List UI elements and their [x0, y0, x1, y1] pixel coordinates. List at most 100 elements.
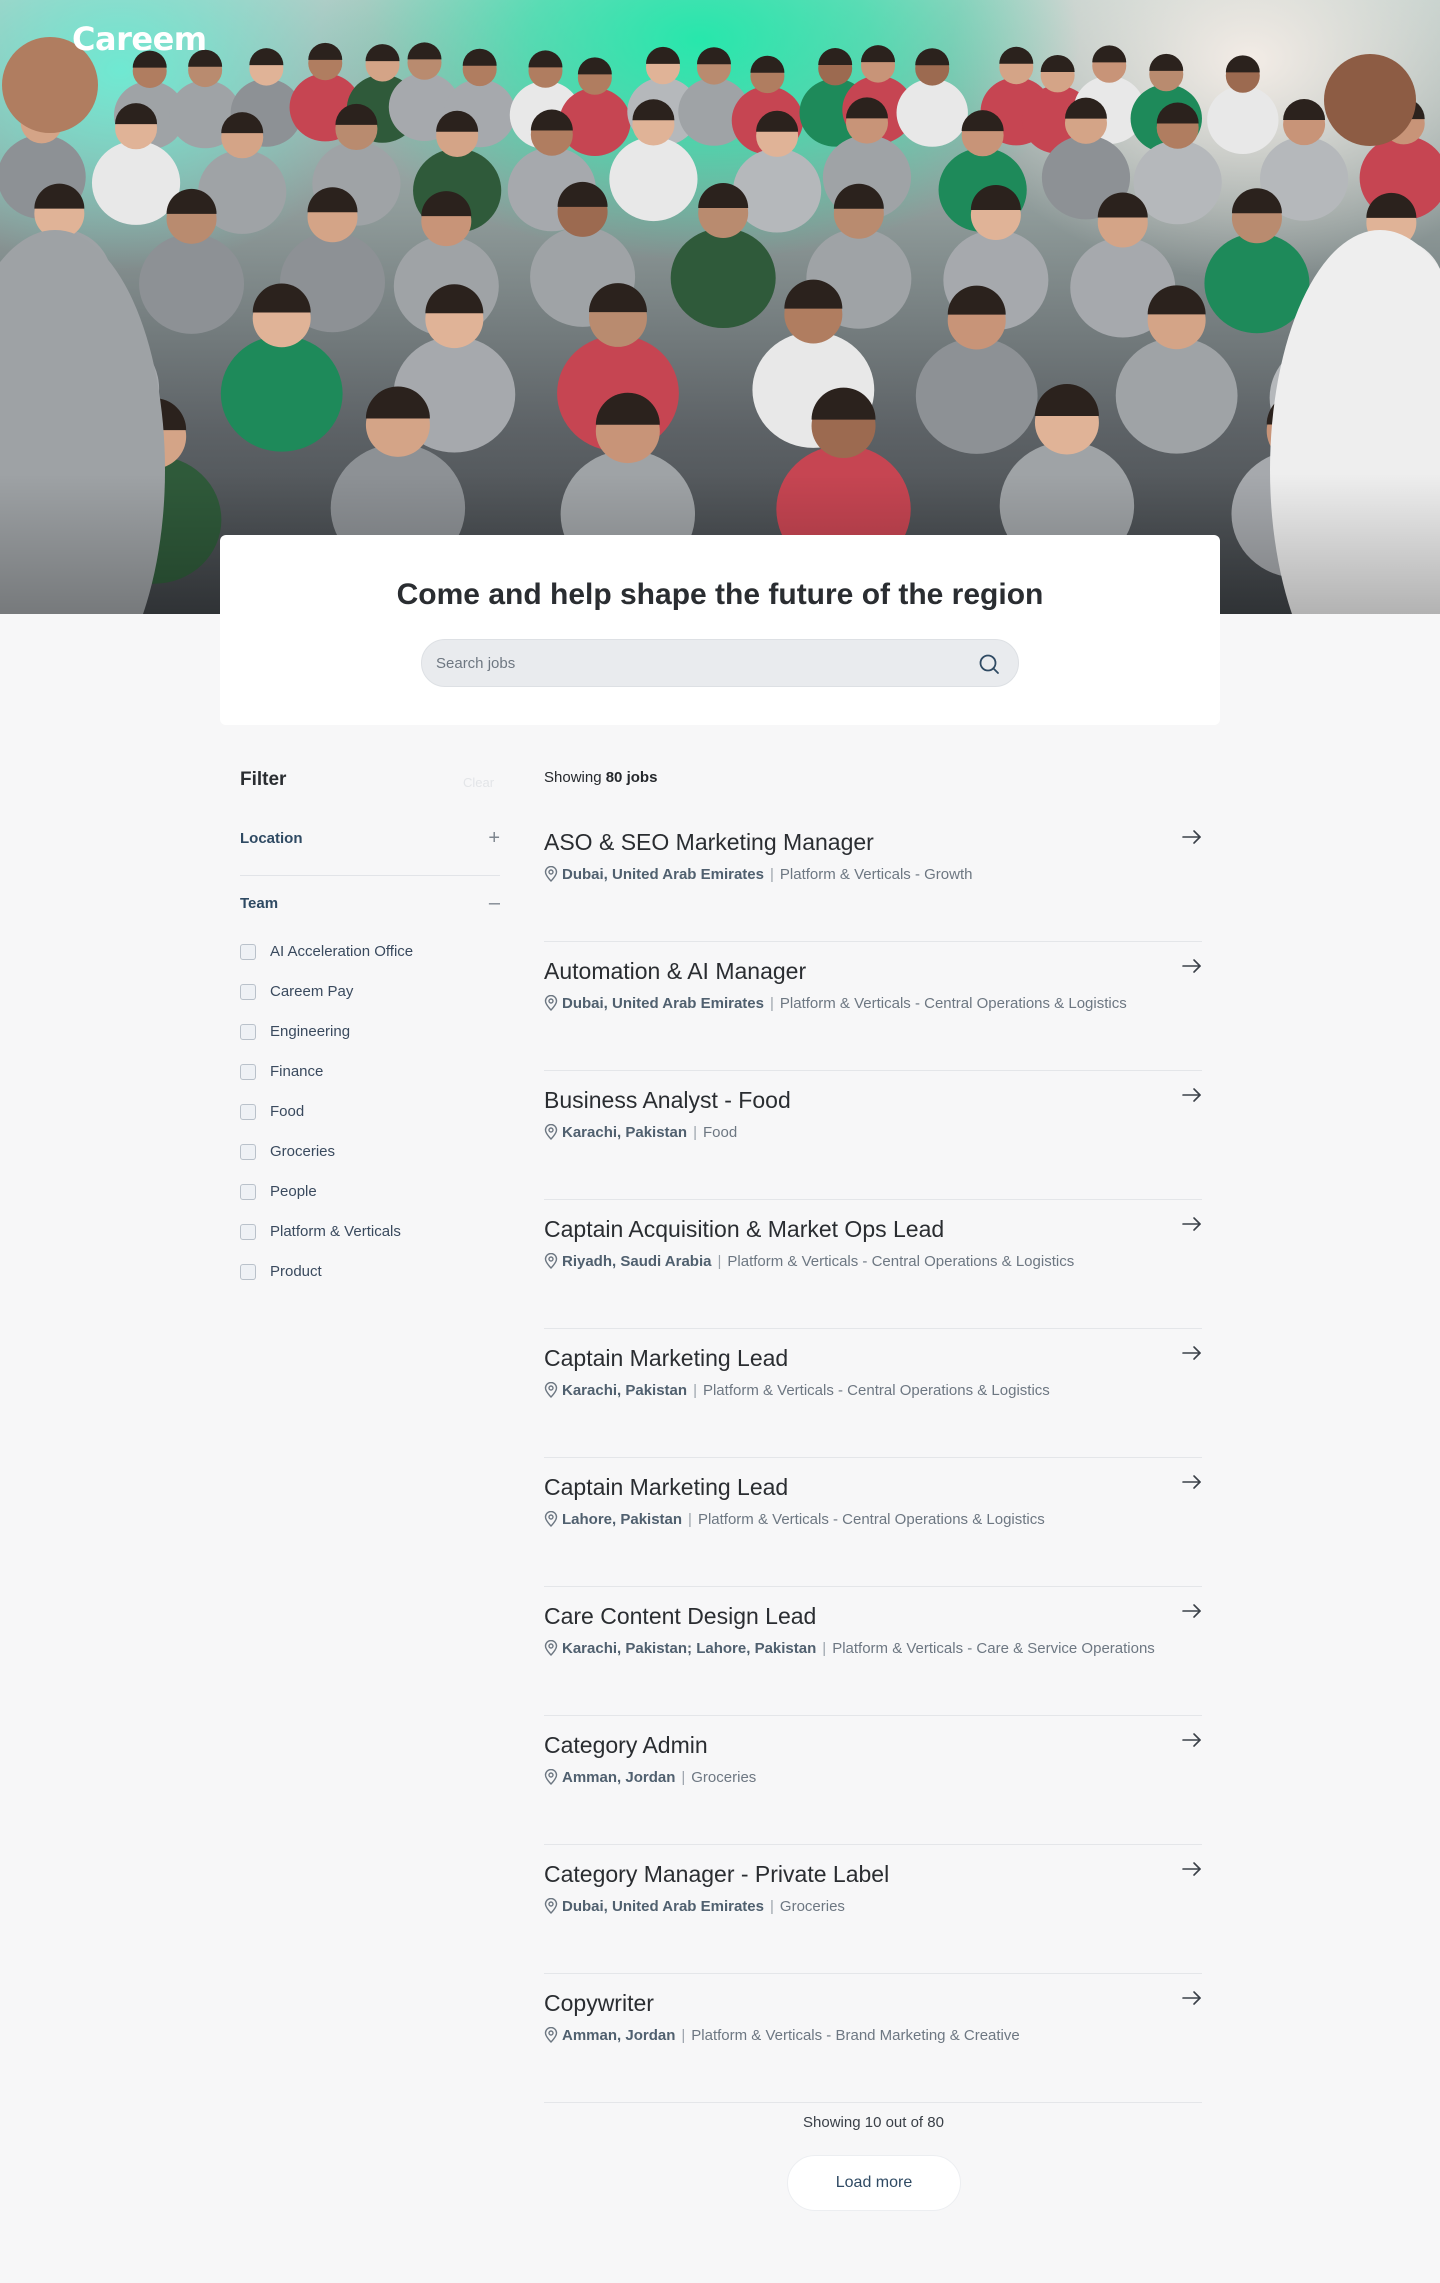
job-title[interactable]: Business Analyst - Food [544, 1087, 791, 1114]
job-card[interactable]: Captain Marketing Lead Karachi, Pakistan |… [544, 1329, 1202, 1458]
checkbox[interactable] [240, 984, 256, 1000]
job-card[interactable]: Captain Acquisition & Market Ops Lead Riy… [544, 1200, 1202, 1329]
filter-group-location[interactable]: Location + [240, 826, 500, 850]
team-option-label: Groceries [270, 1143, 336, 1160]
person-body [896, 78, 968, 147]
job-card[interactable]: Copywriter Amman, Jordan | Platform & Verti… [544, 1974, 1202, 2103]
meta-separator: | [770, 995, 774, 1012]
team-option[interactable]: Finance [240, 1061, 460, 1081]
team-option[interactable]: Engineering [240, 1021, 460, 1041]
checkbox[interactable] [240, 944, 256, 960]
person-body [139, 233, 245, 334]
job-team: Food [702, 1124, 738, 1141]
results-count-total: 80 jobs [605, 769, 658, 786]
job-card[interactable]: Category Admin Amman, Jordan | Groceries [544, 1716, 1202, 1845]
checkbox[interactable] [240, 1064, 256, 1080]
team-option[interactable]: Platform & Verticals [240, 1221, 460, 1241]
checkbox[interactable] [240, 1224, 256, 1240]
person-hair [308, 42, 343, 60]
arrow-right-icon[interactable] [1182, 1216, 1202, 1232]
filter-group-team[interactable]: Team – [240, 891, 500, 915]
meta-separator: | [681, 2027, 686, 2044]
job-card[interactable]: Category Manager - Private Label Dubai, U… [544, 1845, 1202, 1974]
job-meta: Karachi, Pakistan; Lahore, Pakistan | Plat… [544, 1640, 1164, 1662]
job-meta: Dubai, United Arab Emirates | Groceries [544, 1898, 1164, 1920]
job-meta: Riyadh, Saudi Arabia | Platform & Vertical… [544, 1253, 1164, 1275]
job-title[interactable]: Category Manager - Private Label [544, 1861, 889, 1888]
job-title[interactable]: Copywriter [544, 1990, 654, 2017]
careem-logo[interactable]: Careem [72, 20, 207, 58]
person-hair [1283, 98, 1326, 120]
person-hair [750, 55, 785, 73]
job-card[interactable]: Business Analyst - Food Karachi, Pakistan… [544, 1071, 1202, 1200]
job-team: Platform & Verticals - Central Operation… [779, 995, 1127, 1012]
checkbox[interactable] [240, 1264, 256, 1280]
checkbox[interactable] [240, 1024, 256, 1040]
arrow-right-icon[interactable] [1182, 1732, 1202, 1748]
job-card[interactable]: Captain Marketing Lead Lahore, Pakistan | P… [544, 1458, 1202, 1587]
job-title[interactable]: Captain Acquisition & Market Ops Lead [544, 1216, 944, 1243]
arrow-right-icon[interactable] [1182, 1474, 1202, 1490]
search-icon[interactable] [978, 653, 1000, 675]
meta-separator: | [693, 1124, 697, 1141]
job-title[interactable]: Category Admin [544, 1732, 708, 1759]
arrow-right-icon[interactable] [1182, 1990, 1202, 2006]
filter-group-label: Team [240, 895, 279, 912]
arrow-right-icon[interactable] [1182, 1861, 1202, 1877]
job-team: Platform & Verticals - Central Operation… [697, 1511, 1045, 1528]
load-more-button[interactable]: Load more [787, 2155, 961, 2211]
job-location: Amman, Jordan [562, 2027, 676, 2044]
person-hair [577, 57, 612, 75]
location-pin-icon [544, 1640, 558, 1656]
arrow-right-icon[interactable] [1182, 958, 1202, 974]
job-location: Riyadh, Saudi Arabia [562, 1253, 712, 1270]
job-card[interactable]: ASO & SEO Marketing Manager Dubai, United… [544, 813, 1202, 942]
team-option[interactable]: AI Acceleration Office [240, 941, 460, 961]
team-option[interactable]: Product [240, 1261, 460, 1281]
meta-separator: | [770, 1898, 774, 1915]
job-team: Platform & Verticals - Central Operation… [702, 1382, 1050, 1399]
team-option-label: People [270, 1183, 317, 1200]
team-option[interactable]: Groceries [240, 1141, 460, 1161]
search-card: Come and help shape the future of the re… [220, 535, 1220, 725]
person-hair [1034, 384, 1099, 417]
job-title[interactable]: ASO & SEO Marketing Manager [544, 829, 874, 856]
meta-separator: | [717, 1253, 722, 1270]
arrow-right-icon[interactable] [1182, 829, 1202, 845]
checkbox[interactable] [240, 1104, 256, 1120]
job-meta: Dubai, United Arab Emirates | Platform & V… [544, 866, 1164, 888]
checkbox[interactable] [240, 1184, 256, 1200]
person-hair [1092, 45, 1127, 63]
team-option-label: AI Acceleration Office [270, 943, 414, 960]
job-title[interactable]: Automation & AI Manager [544, 958, 806, 985]
job-title[interactable]: Captain Marketing Lead [544, 1345, 788, 1372]
filter-clear-button[interactable]: Clear [463, 775, 494, 790]
search-input[interactable] [436, 640, 976, 686]
person-hair [999, 46, 1034, 64]
checkbox[interactable] [240, 1144, 256, 1160]
team-option[interactable]: Careem Pay [240, 981, 460, 1001]
job-title[interactable]: Care Content Design Lead [544, 1603, 816, 1630]
team-option[interactable]: People [240, 1181, 460, 1201]
job-card[interactable]: Automation & AI Manager Dubai, United Ara… [544, 942, 1202, 1071]
plus-icon[interactable]: + [488, 828, 500, 848]
team-option[interactable]: Food [240, 1101, 460, 1121]
arrow-right-icon[interactable] [1182, 1345, 1202, 1361]
job-title[interactable]: Captain Marketing Lead [544, 1474, 788, 1501]
meta-separator: | [688, 1511, 692, 1528]
arrow-right-icon[interactable] [1182, 1087, 1202, 1103]
results-count-prefix: Showing [544, 769, 602, 786]
search-box[interactable] [421, 639, 1019, 687]
page-headline: Come and help shape the future of the re… [396, 578, 1044, 611]
person-hair [915, 48, 950, 66]
minus-icon[interactable]: – [489, 893, 500, 913]
job-meta: Karachi, Pakistan | Platform & Verticals -… [544, 1382, 1164, 1404]
person-hair [528, 50, 563, 68]
person-hair [645, 46, 680, 64]
arrow-right-icon[interactable] [1182, 1603, 1202, 1619]
job-team: Platform & Verticals - Care & Service Op… [832, 1640, 1155, 1657]
job-meta: Dubai, United Arab Emirates | Platform & V… [544, 995, 1164, 1017]
person-body [915, 337, 1038, 454]
job-team: Groceries [779, 1898, 845, 1915]
job-card[interactable]: Care Content Design Lead Karachi, Pakista… [544, 1587, 1202, 1716]
